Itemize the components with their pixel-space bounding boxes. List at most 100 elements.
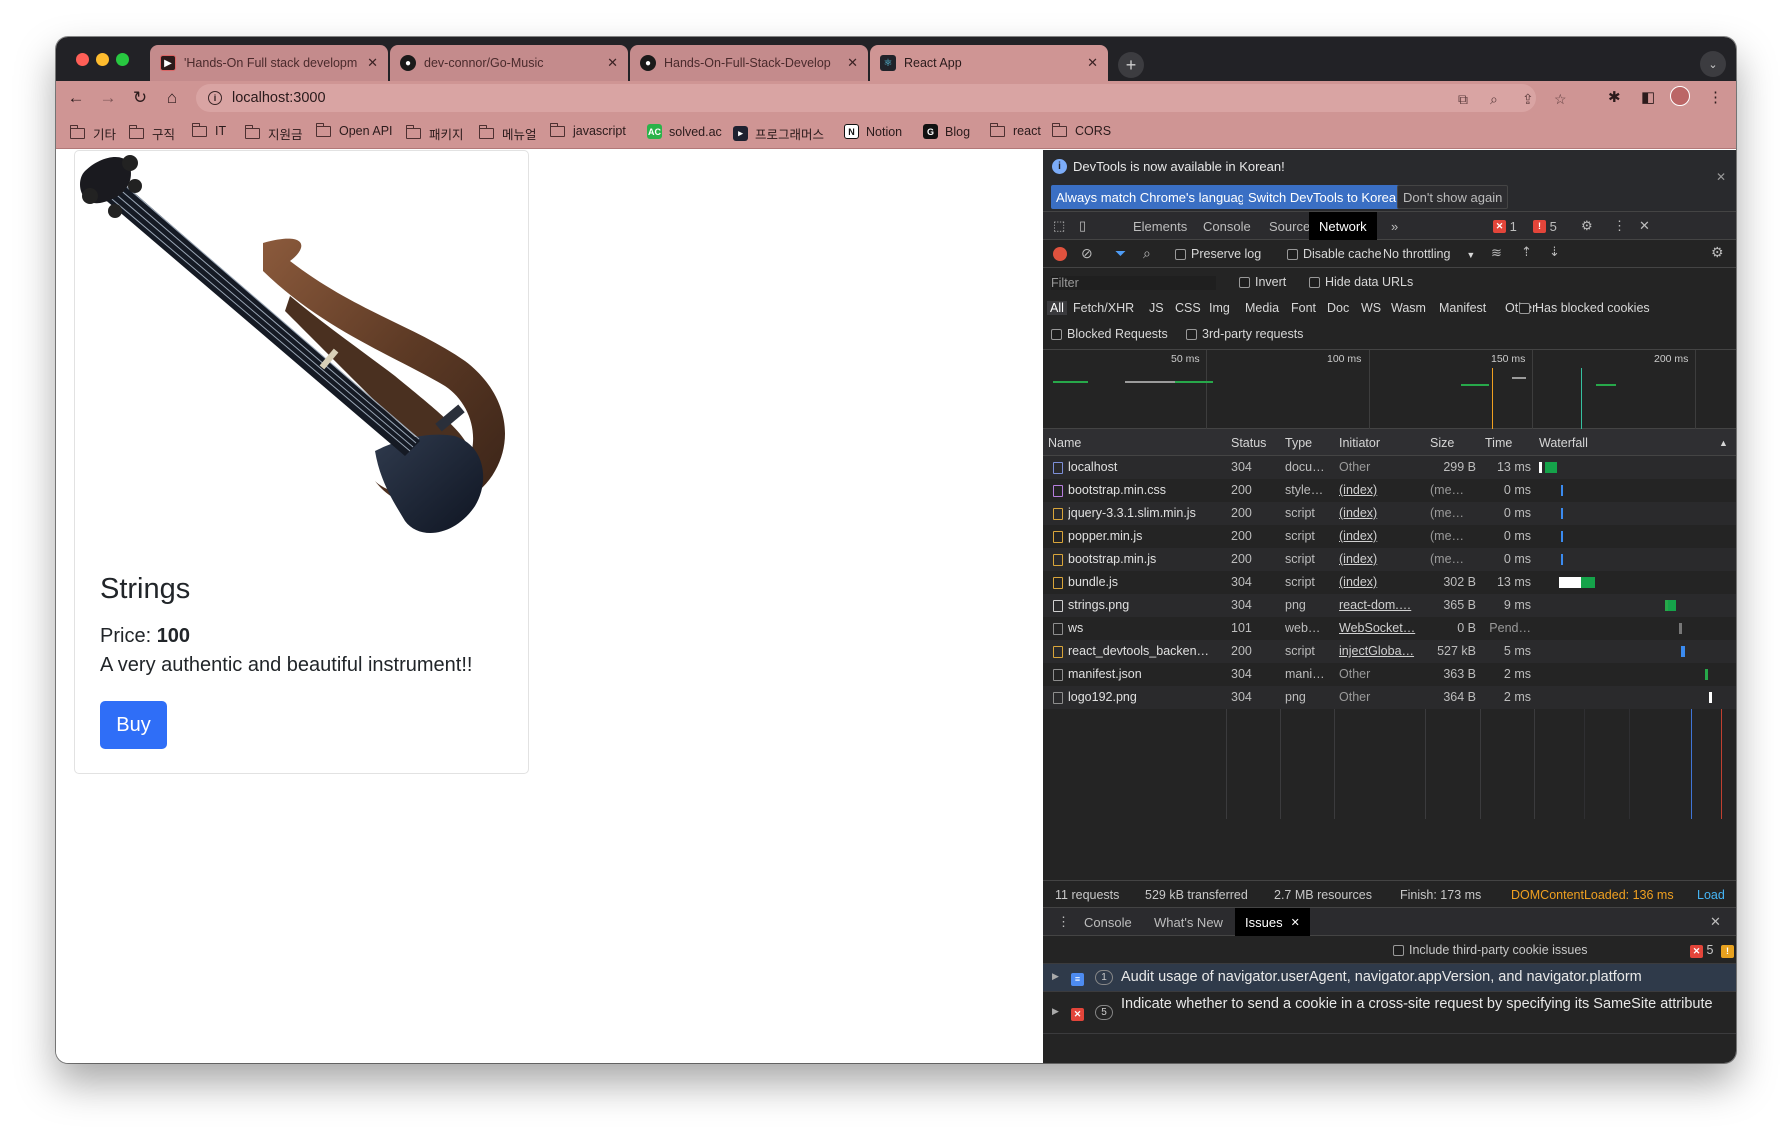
bookmark-item[interactable]: 구직 <box>128 124 175 143</box>
close-drawer-icon[interactable]: ✕ <box>1710 908 1721 936</box>
more-tabs-icon[interactable]: » <box>1391 212 1398 240</box>
search-icon[interactable]: ⌕ <box>1143 245 1151 262</box>
buy-button[interactable]: Buy <box>100 701 167 749</box>
col-type[interactable]: Type <box>1285 436 1312 450</box>
close-tab-icon[interactable]: ✕ <box>607 55 618 71</box>
device-toolbar-icon[interactable]: ▯ <box>1079 212 1086 240</box>
table-row[interactable]: manifest.json 304 mani… Other 363 B 2 ms <box>1043 663 1736 686</box>
import-har-icon[interactable]: ⇡ <box>1521 244 1532 260</box>
col-size[interactable]: Size <box>1430 436 1454 450</box>
bookmark-item[interactable]: IT <box>191 122 226 138</box>
type-filter-css[interactable]: CSS <box>1175 301 1201 315</box>
type-filter-img[interactable]: Img <box>1209 301 1230 315</box>
site-info-icon[interactable]: i <box>208 91 222 105</box>
preserve-log-checkbox[interactable]: Preserve log <box>1175 247 1261 261</box>
issues-counter[interactable]: ! 5 <box>1533 212 1557 240</box>
network-settings-icon[interactable]: ⚙ <box>1711 244 1724 261</box>
bookmark-item[interactable]: CORS <box>1051 122 1111 138</box>
col-initiator[interactable]: Initiator <box>1339 436 1380 450</box>
cell-initiator[interactable]: (index) <box>1339 506 1423 520</box>
settings-gear-icon[interactable]: ⚙ <box>1581 212 1593 240</box>
blocked-requests-checkbox[interactable]: Blocked Requests <box>1051 327 1168 341</box>
customize-menu-icon[interactable]: ⋮ <box>1613 212 1626 240</box>
table-row[interactable]: bundle.js 304 script (index) 302 B 13 ms <box>1043 571 1736 594</box>
cell-initiator[interactable]: Other <box>1339 460 1423 474</box>
inspect-element-icon[interactable]: ⬚ <box>1053 212 1065 240</box>
reload-button[interactable]: ↻ <box>128 86 152 110</box>
tab-go-music[interactable]: ● dev-connor/Go-Music ✕ <box>390 45 628 81</box>
bookmark-star-icon[interactable]: ☆ <box>1554 91 1567 108</box>
tab-search-button[interactable]: ⌄ <box>1700 51 1726 77</box>
always-match-language-button[interactable]: Always match Chrome's language <box>1051 185 1258 209</box>
table-row[interactable]: ws 101 web… WebSocket… 0 B Pend… <box>1043 617 1736 640</box>
filter-icon[interactable]: ⏷ <box>1115 245 1126 262</box>
close-notice-icon[interactable]: ✕ <box>1716 170 1726 184</box>
sort-ascending-icon[interactable]: ▲ <box>1719 438 1728 448</box>
cell-initiator[interactable]: injectGloba… <box>1339 644 1423 658</box>
error-counter[interactable]: ✕ 1 <box>1493 212 1517 240</box>
bookmark-item[interactable]: 패키지 <box>405 124 464 143</box>
table-row[interactable]: strings.png 304 png react-dom.… 365 B 9 ms <box>1043 594 1736 617</box>
drawer-tab-console[interactable]: Console <box>1084 908 1132 936</box>
col-name[interactable]: Name <box>1048 436 1081 450</box>
back-button[interactable]: ← <box>64 86 88 110</box>
bookmark-item[interactable]: react <box>989 122 1041 138</box>
issue-row[interactable]: ▶ ✕ 5 Indicate whether to send a cookie … <box>1043 992 1736 1034</box>
drawer-tab-whats-new[interactable]: What's New <box>1154 908 1223 936</box>
type-filter-font[interactable]: Font <box>1291 301 1316 315</box>
third-party-checkbox[interactable]: 3rd-party requests <box>1186 327 1303 341</box>
expand-arrow-icon[interactable]: ▶ <box>1052 1006 1059 1017</box>
cell-initiator[interactable]: react-dom.… <box>1339 598 1423 612</box>
issue-row[interactable]: ▶ ≡ 1 Audit usage of navigator.userAgent… <box>1043 964 1736 992</box>
tab-hands-on-repo[interactable]: ● Hands-On-Full-Stack-Develop ✕ <box>630 45 868 81</box>
tab-console[interactable]: Console <box>1203 212 1251 240</box>
network-overview-timeline[interactable]: 50 ms 100 ms 150 ms 200 ms <box>1043 350 1736 429</box>
browser-menu-icon[interactable]: ⋮ <box>1708 88 1723 106</box>
table-row[interactable]: logo192.png 304 png Other 364 B 2 ms <box>1043 686 1736 709</box>
bookmark-item[interactable]: 메뉴얼 <box>478 124 537 143</box>
throttling-select[interactable]: No throttling ▼ <box>1383 247 1475 261</box>
bookmark-item[interactable]: 기타 <box>69 124 116 143</box>
type-filter-wasm[interactable]: Wasm <box>1391 301 1426 315</box>
new-tab-button[interactable]: + <box>1118 52 1144 78</box>
close-devtools-icon[interactable]: ✕ <box>1639 212 1650 240</box>
type-filter-media[interactable]: Media <box>1245 301 1279 315</box>
cell-initiator[interactable]: (index) <box>1339 483 1423 497</box>
table-row[interactable]: popper.min.js 200 script (index) (me… 0 ms <box>1043 525 1736 548</box>
clear-icon[interactable]: ⊘ <box>1081 245 1093 262</box>
drawer-menu-icon[interactable]: ⋮ <box>1057 908 1070 936</box>
bookmark-item[interactable]: ▸ 프로그래머스 <box>733 124 824 143</box>
minimize-window-button[interactable] <box>96 53 109 66</box>
extensions-puzzle-icon[interactable]: ✱ <box>1608 88 1621 106</box>
share-icon[interactable]: ⇪ <box>1522 91 1534 108</box>
col-status[interactable]: Status <box>1231 436 1266 450</box>
bookmark-item[interactable]: N Notion <box>844 124 902 139</box>
bookmark-item[interactable]: 지원금 <box>244 124 303 143</box>
type-filter-js[interactable]: JS <box>1149 301 1164 315</box>
col-waterfall[interactable]: Waterfall <box>1539 436 1588 450</box>
filter-input[interactable]: Filter <box>1051 276 1216 290</box>
has-blocked-cookies-checkbox[interactable]: Has blocked cookies <box>1519 301 1650 315</box>
network-conditions-icon[interactable]: ≋ <box>1491 245 1502 261</box>
type-filter-manifest[interactable]: Manifest <box>1439 301 1486 315</box>
switch-to-korean-button[interactable]: Switch DevTools to Korean <box>1243 185 1409 209</box>
cell-initiator[interactable]: (index) <box>1339 529 1423 543</box>
cell-initiator[interactable]: Other <box>1339 667 1423 681</box>
hide-data-urls-checkbox[interactable]: Hide data URLs <box>1309 275 1413 289</box>
tab-react-app[interactable]: ⚛ React App ✕ <box>870 45 1108 81</box>
close-tab-icon[interactable]: ✕ <box>847 55 858 71</box>
cell-initiator[interactable]: Other <box>1339 690 1423 704</box>
bookmark-item[interactable]: Open API <box>315 122 393 138</box>
translate-icon[interactable]: ⧉ <box>1458 91 1468 108</box>
bookmark-item[interactable]: AC solved.ac <box>647 124 722 139</box>
type-filter-doc[interactable]: Doc <box>1327 301 1349 315</box>
expand-arrow-icon[interactable]: ▶ <box>1052 971 1059 982</box>
cell-initiator[interactable]: WebSocket… <box>1339 621 1423 635</box>
type-filter-ws[interactable]: WS <box>1361 301 1381 315</box>
close-issues-tab-icon[interactable]: ✕ <box>1291 916 1300 929</box>
table-row[interactable]: localhost 304 docu… Other 299 B 13 ms <box>1043 456 1736 479</box>
bookmark-item[interactable]: G Blog <box>923 124 970 139</box>
profile-avatar[interactable] <box>1670 86 1690 106</box>
tab-elements[interactable]: Elements <box>1133 212 1187 240</box>
table-row[interactable]: react_devtools_backen… 200 script injectGlo… <box>1043 640 1736 663</box>
